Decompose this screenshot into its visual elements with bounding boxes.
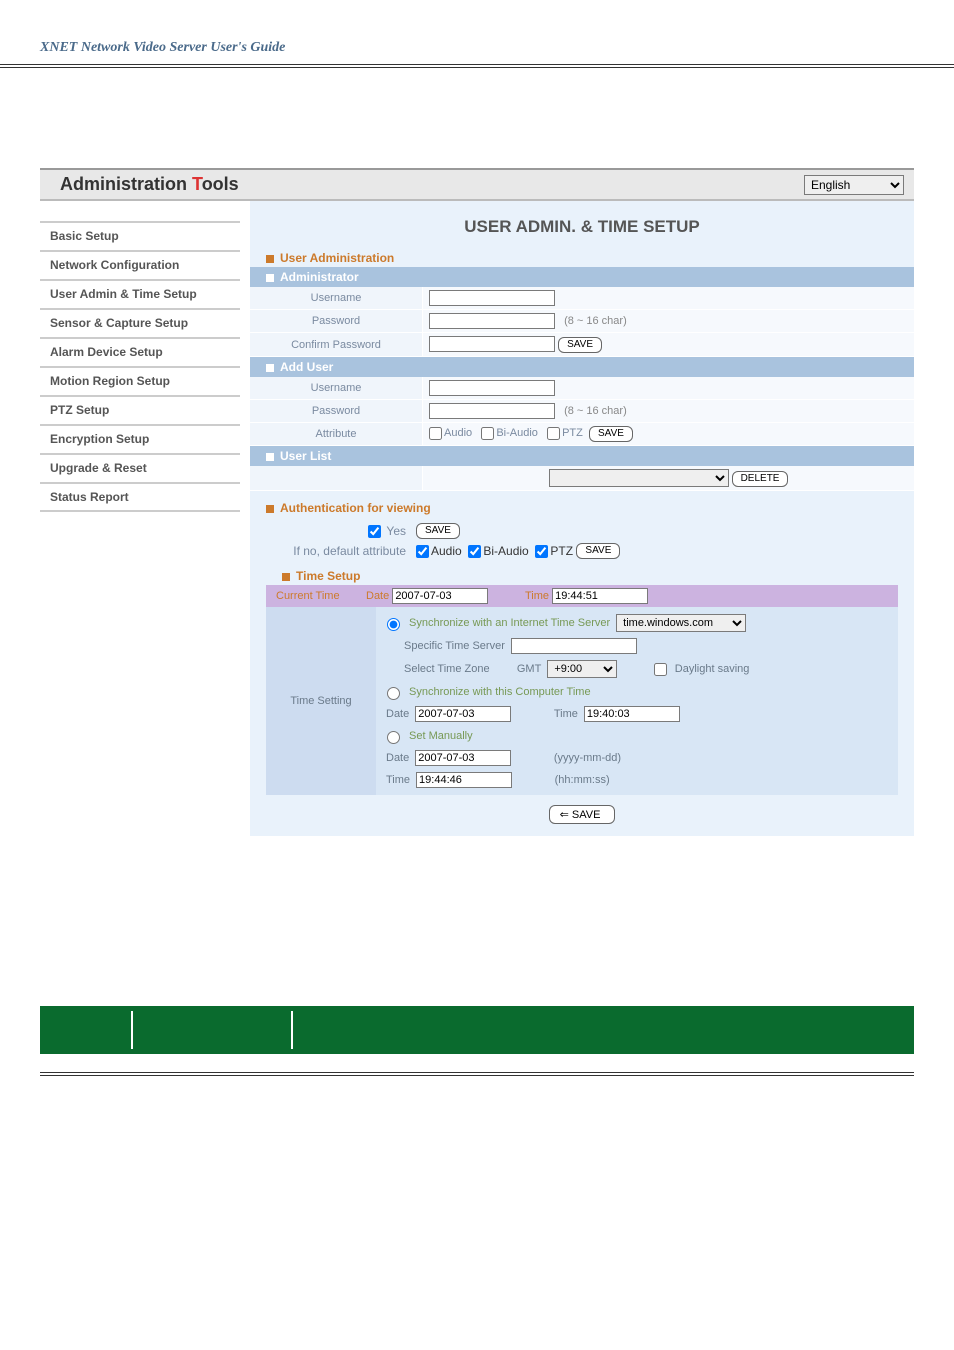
set-manually-label: Set Manually	[409, 730, 473, 742]
header-title: Administration Tools	[60, 174, 804, 195]
admin-password-label: Password	[250, 310, 423, 333]
sidebar-item-upgrade-reset[interactable]: Upgrade & Reset	[40, 453, 240, 482]
user-delete-button[interactable]: DELETE	[732, 471, 789, 487]
sync-internet-radio[interactable]	[387, 618, 400, 631]
adduser-biaudio-label: Bi-Audio	[496, 427, 538, 439]
adduser-username-input[interactable]	[429, 380, 555, 396]
sidebar: Basic Setup Network Configuration User A…	[40, 201, 240, 512]
header-title-accent: T	[192, 174, 202, 194]
save-button-label: SAVE	[572, 809, 601, 821]
tz-label: Select Time Zone	[404, 663, 490, 675]
admin-confirm-input[interactable]	[429, 336, 555, 352]
auth-biaudio-checkbox[interactable]	[468, 545, 481, 558]
subsection-user-list: User List	[250, 446, 914, 466]
sidebar-item-network-configuration[interactable]: Network Configuration	[40, 250, 240, 279]
auth-default-label: If no, default attribute	[266, 544, 406, 558]
header-title-pre: Administration	[60, 174, 192, 194]
sidebar-item-basic-setup[interactable]: Basic Setup	[40, 221, 240, 250]
admin-password-input[interactable]	[429, 313, 555, 329]
page-title: USER ADMIN. & TIME SETUP	[250, 211, 914, 249]
sidebar-item-encryption-setup[interactable]: Encryption Setup	[40, 424, 240, 453]
adduser-attribute-label: Attribute	[250, 423, 423, 446]
adduser-username-label: Username	[250, 377, 423, 400]
header-bar: Administration Tools English	[40, 170, 914, 201]
subsection-administrator: Administrator	[250, 267, 914, 287]
adduser-save-button[interactable]: SAVE	[589, 426, 633, 442]
adduser-password-label: Password	[250, 400, 423, 423]
subsection-add-user: Add User	[250, 357, 914, 377]
set-manually-radio[interactable]	[387, 731, 400, 744]
bottom-rule	[40, 1072, 914, 1076]
man-time-hint: (hh:mm:ss)	[555, 774, 610, 786]
section-user-administration: User Administration	[250, 249, 914, 267]
admin-username-label: Username	[250, 287, 423, 310]
auth-yes-label: Yes	[386, 524, 406, 538]
auth-save-button[interactable]: SAVE	[416, 523, 460, 539]
comp-date-input[interactable]	[415, 706, 511, 722]
admin-save-button[interactable]: SAVE	[558, 337, 602, 353]
section-time-setup: Time Setup	[266, 567, 914, 585]
sidebar-item-user-admin-time[interactable]: User Admin & Time Setup	[40, 279, 240, 308]
comp-time-input[interactable]	[584, 706, 680, 722]
section-authentication: Authentication for viewing	[250, 499, 914, 517]
header-title-post: ools	[202, 174, 239, 194]
current-date-input[interactable]	[392, 588, 488, 604]
adduser-biaudio-checkbox[interactable]	[481, 427, 494, 440]
adduser-audio-label: Audio	[444, 427, 472, 439]
man-date-input[interactable]	[415, 750, 511, 766]
auth-biaudio-label: Bi-Audio	[483, 544, 528, 558]
adduser-ptz-label: PTZ	[562, 427, 583, 439]
current-time-input[interactable]	[552, 588, 648, 604]
internet-server-select[interactable]: time.windows.com	[616, 614, 746, 632]
man-time-input[interactable]	[416, 772, 512, 788]
daylight-checkbox[interactable]	[654, 663, 667, 676]
auth-ptz-label: PTZ	[550, 544, 573, 558]
auth-audio-checkbox[interactable]	[416, 545, 429, 558]
admin-password-hint: (8 ~ 16 char)	[564, 315, 627, 327]
adduser-password-input[interactable]	[429, 403, 555, 419]
auth-ptz-checkbox[interactable]	[535, 545, 548, 558]
sidebar-item-status-report[interactable]: Status Report	[40, 482, 240, 512]
tz-select[interactable]: +9:00	[547, 660, 617, 678]
time-setting-label: Time Setting	[266, 607, 376, 795]
admin-tools-frame: Administration Tools English Basic Setup…	[40, 168, 914, 836]
current-time-label: Current Time	[276, 590, 366, 602]
adduser-ptz-checkbox[interactable]	[547, 427, 560, 440]
sidebar-item-motion-region[interactable]: Motion Region Setup	[40, 366, 240, 395]
save-button[interactable]: ⇐ SAVE	[549, 805, 616, 824]
current-time-time-label: Time	[525, 590, 549, 602]
content-panel: USER ADMIN. & TIME SETUP User Administra…	[250, 201, 914, 836]
daylight-label: Daylight saving	[675, 663, 750, 675]
current-time-row: Current Time Date Time	[266, 585, 898, 607]
adduser-audio-checkbox[interactable]	[429, 427, 442, 440]
man-date-label: Date	[386, 752, 409, 764]
specific-server-label: Specific Time Server	[404, 640, 505, 652]
sidebar-item-sensor-capture[interactable]: Sensor & Capture Setup	[40, 308, 240, 337]
specific-server-input[interactable]	[511, 638, 637, 654]
sync-computer-label: Synchronize with this Computer Time	[409, 686, 591, 698]
comp-date-label: Date	[386, 708, 409, 720]
adduser-password-hint: (8 ~ 16 char)	[564, 405, 627, 417]
user-list-select[interactable]	[549, 469, 729, 487]
auth-audio-label: Audio	[431, 544, 462, 558]
man-time-label: Time	[386, 774, 410, 786]
current-date-label: Date	[366, 590, 389, 602]
admin-confirm-label: Confirm Password	[250, 333, 423, 357]
language-select[interactable]: English	[804, 175, 904, 195]
footer-bar	[40, 1006, 914, 1054]
admin-username-input[interactable]	[429, 290, 555, 306]
sync-computer-radio[interactable]	[387, 687, 400, 700]
sidebar-item-alarm-device[interactable]: Alarm Device Setup	[40, 337, 240, 366]
sidebar-item-ptz-setup[interactable]: PTZ Setup	[40, 395, 240, 424]
guide-title: XNET Network Video Server User's Guide	[0, 40, 954, 68]
sync-internet-label: Synchronize with an Internet Time Server	[409, 617, 610, 629]
auth-default-save-button[interactable]: SAVE	[576, 543, 620, 559]
tz-gmt-label: GMT	[517, 663, 541, 675]
auth-yes-checkbox[interactable]	[368, 525, 381, 538]
comp-time-label: Time	[554, 708, 578, 720]
man-date-hint: (yyyy-mm-dd)	[554, 752, 621, 764]
